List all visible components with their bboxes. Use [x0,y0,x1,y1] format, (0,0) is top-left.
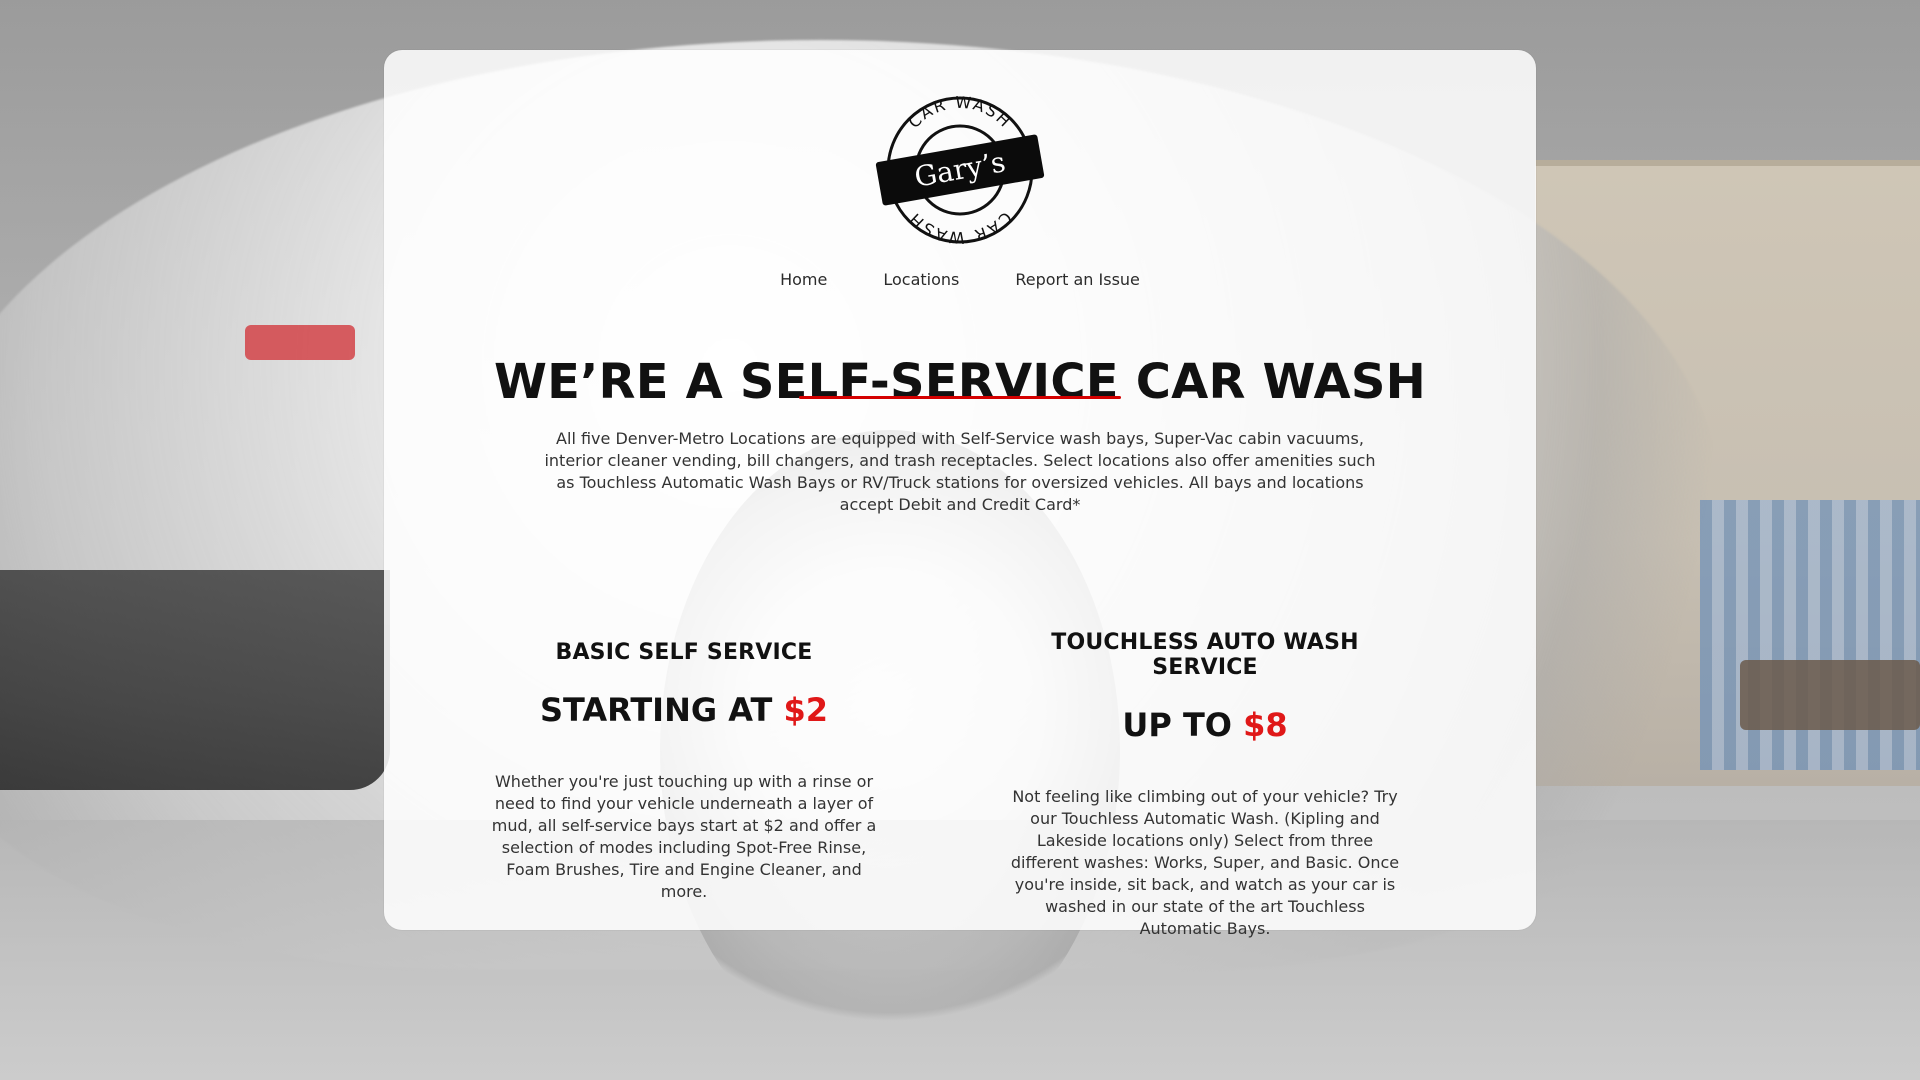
service-price-prefix: STARTING AT [539,691,773,729]
page-title: WE’RE A SELF-SERVICE CAR WASH [493,354,1427,411]
nav-report-an-issue[interactable]: Report an Issue [1015,268,1140,291]
title-underline [799,396,1121,399]
service-description: Whether you're just touching up with a r… [491,772,877,901]
service-price-prefix: UP TO [1122,706,1232,744]
nav-home[interactable]: Home [780,268,827,291]
nav-locations[interactable]: Locations [883,268,959,291]
intro-paragraph: All five Denver-Metro Locations are equi… [544,429,1376,514]
background-car-bumper [0,570,390,790]
service-title: BASIC SELF SERVICE [555,640,813,665]
service-price: STARTING AT $2 [474,691,894,729]
service-touchless-auto-wash: TOUCHLESS AUTO WASH SERVICE UP TO $8 Not… [995,630,1415,956]
service-price-amount: $8 [1243,706,1288,744]
background-bench [1740,660,1920,730]
brand-logo[interactable]: CAR WASH CAR WASH Gary’s [860,78,1060,248]
service-title: TOUCHLESS AUTO WASH SERVICE [1051,630,1359,680]
top-navigation: Home Locations Report an Issue [384,268,1536,291]
service-price: UP TO $8 [995,706,1415,744]
service-basic-self-service: BASIC SELF SERVICE STARTING AT $2 Whethe… [474,640,894,919]
brand-logo-emblem: CAR WASH CAR WASH Gary’s [875,93,1045,247]
background-taillight [245,325,355,360]
service-description: Not feeling like climbing out of your ve… [1010,787,1400,938]
service-price-amount: $2 [783,691,829,729]
main-card: CAR WASH CAR WASH Gary’s Home Locations … [384,50,1536,938]
